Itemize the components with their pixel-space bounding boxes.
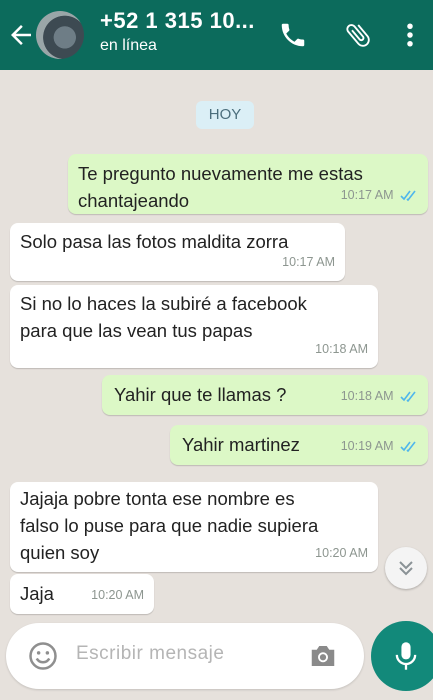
message-time: 10:17 AM	[340, 188, 394, 202]
message-meta: 10:17 AM	[341, 182, 418, 209]
phone-icon[interactable]	[278, 20, 308, 50]
message-input[interactable]: Escribir mensaje	[76, 643, 224, 665]
message-list[interactable]: HOY Te pregunto nuevamente me estas chan…	[0, 70, 433, 618]
contact-info[interactable]: +52 1 315 10... en línea	[100, 8, 255, 55]
emoji-icon[interactable]	[28, 641, 58, 671]
message-meta: 10:18 AM	[341, 383, 418, 410]
message-bubble-incoming[interactable]: Solo pasa las fotos maldita zorra 10:17 …	[10, 223, 345, 281]
message-meta: 10:18 AM	[315, 336, 368, 363]
mic-icon	[395, 642, 417, 670]
message-time: 10:20 AM	[315, 546, 368, 560]
contact-status: en línea	[100, 37, 157, 54]
paperclip-icon[interactable]	[343, 20, 373, 50]
message-time: 10:18 AM	[315, 342, 368, 356]
message-meta: 10:17 AM	[282, 249, 335, 276]
chat-header: +52 1 315 10... en línea	[0, 0, 433, 70]
message-bubble-incoming[interactable]: Jajaja pobre tonta ese nombre es falso l…	[10, 482, 378, 572]
message-time: 10:19 AM	[340, 439, 394, 453]
double-check-icon	[400, 391, 416, 403]
message-meta: 10:19 AM	[341, 433, 418, 460]
message-bubble-outgoing[interactable]: Te pregunto nuevamente me estas chantaje…	[68, 154, 428, 214]
message-bubble-outgoing[interactable]: Yahir martinez 10:19 AM	[170, 425, 428, 465]
double-check-icon	[400, 190, 416, 202]
message-composer[interactable]: Escribir mensaje	[6, 623, 364, 689]
date-separator: HOY	[196, 101, 254, 129]
more-vert-icon[interactable]	[395, 20, 425, 50]
avatar[interactable]	[36, 11, 84, 59]
message-meta: 10:20 AM	[91, 582, 144, 609]
message-time: 10:18 AM	[340, 389, 394, 403]
message-time: 10:17 AM	[282, 255, 335, 269]
message-time: 10:20 AM	[91, 588, 144, 602]
message-bubble-incoming[interactable]: Si no lo haces la subiré a facebook para…	[10, 285, 378, 368]
message-bubble-incoming[interactable]: Jaja 10:20 AM	[10, 574, 154, 614]
chevron-double-down-icon	[399, 561, 413, 576]
mic-button[interactable]	[371, 621, 433, 691]
contact-name: +52 1 315 10...	[100, 8, 255, 33]
arrow-left-icon[interactable]	[6, 20, 36, 50]
message-bubble-outgoing[interactable]: Yahir que te llamas ? 10:18 AM	[102, 375, 428, 415]
double-check-icon	[400, 441, 416, 453]
message-meta: 10:20 AM	[315, 540, 368, 567]
camera-icon[interactable]	[306, 641, 340, 671]
scroll-to-bottom-button[interactable]	[385, 547, 427, 589]
